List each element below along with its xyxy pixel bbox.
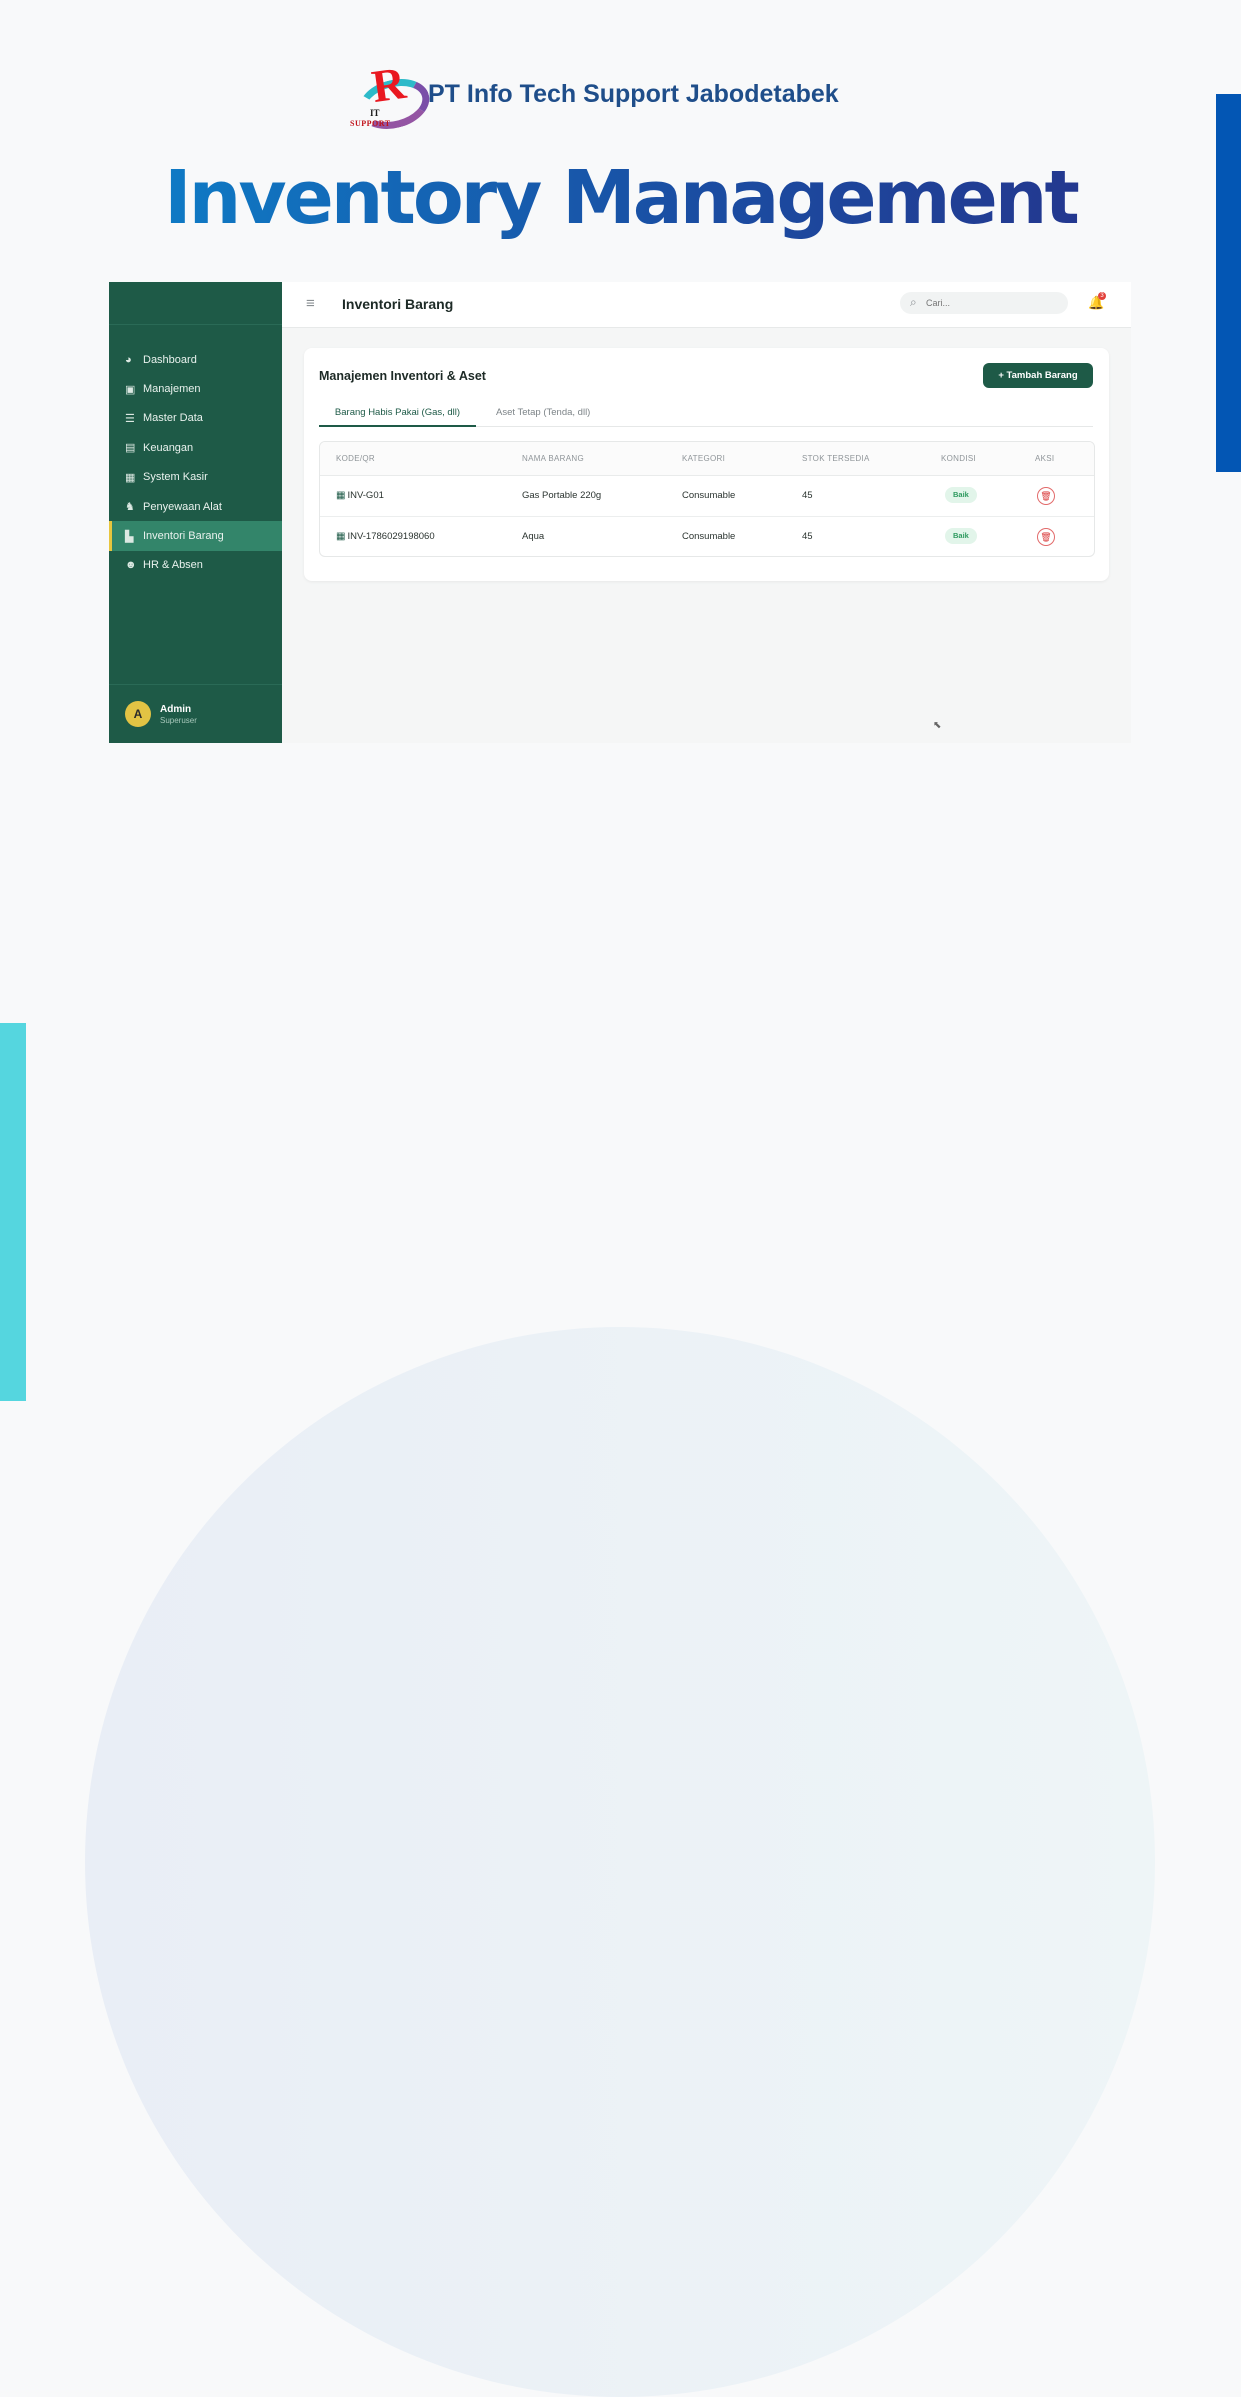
user-profile[interactable]: A Admin Superuser — [109, 684, 282, 743]
tab-consumables[interactable]: Barang Habis Pakai (Gas, dll) — [319, 402, 476, 427]
tab-label: Aset Tetap (Tenda, dll) — [496, 407, 591, 418]
sidebar-item-label: Master Data — [143, 412, 203, 425]
sidebar-item-keuangan[interactable]: ▤ Keuangan — [109, 433, 282, 462]
accent-bar-left — [0, 1023, 26, 1401]
qr-code-icon[interactable]: ▦ — [336, 531, 345, 542]
search-box: ⌕ — [900, 292, 1068, 314]
notification-badge: 3 — [1098, 292, 1106, 300]
cell-kategori: Consumable — [682, 531, 736, 542]
cell-nama: Gas Portable 220g — [522, 490, 602, 501]
menu-icon[interactable]: ≡ — [306, 295, 315, 312]
column-header-nama: NAMA BARANG — [522, 454, 584, 463]
app-screenshot: ◕ Dashboard ▣ Manajemen ☰ Master Data ▤ Keua… — [109, 282, 1131, 743]
sidebar-item-label: System Kasir — [143, 471, 208, 484]
column-header-aksi: AKSI — [1035, 454, 1055, 463]
database-icon: ☰ — [125, 412, 135, 425]
mouse-cursor-icon: ⬉ — [933, 720, 942, 731]
tab-fixed-assets[interactable]: Aset Tetap (Tenda, dll) — [496, 402, 616, 425]
trash-icon: 🗑 — [1040, 491, 1052, 501]
add-item-button[interactable]: + Tambah Barang — [983, 363, 1093, 388]
sidebar-item-label: HR & Absen — [143, 559, 203, 572]
pie-chart-icon: ◕ — [125, 353, 132, 366]
logo-text-it: IT — [370, 108, 380, 118]
logo-letter: R — [368, 56, 409, 113]
sidebar-item-system-kasir[interactable]: ▦ System Kasir — [109, 463, 282, 492]
table-row: ▦ INV-1786029198060 Aqua Consumable 45 Ba… — [320, 517, 1094, 556]
sidebar-header — [109, 282, 282, 325]
users-icon: ☻ — [125, 559, 137, 572]
cell-kategori: Consumable — [682, 490, 736, 501]
column-header-stok: STOK TERSEDIA — [802, 454, 870, 463]
sidebar-item-hr-absen[interactable]: ☻ HR & Absen — [109, 551, 282, 580]
cell-kode: ▦ INV-1786029198060 — [336, 531, 435, 542]
qr-code-icon[interactable]: ▦ — [336, 490, 345, 501]
inventory-card: Manajemen Inventori & Aset + Tambah Bara… — [304, 348, 1109, 581]
search-icon: ⌕ — [910, 295, 917, 309]
user-role: Superuser — [160, 715, 197, 725]
table-header: KODE/QR NAMA BARANG KATEGORI STOK TERSED… — [320, 442, 1094, 476]
trash-icon: 🗑 — [1040, 532, 1052, 542]
sidebar-item-label: Dashboard — [143, 353, 197, 366]
inventory-table: KODE/QR NAMA BARANG KATEGORI STOK TERSED… — [319, 441, 1095, 557]
background-circle — [85, 1327, 1155, 2397]
cash-register-icon: ▦ — [125, 471, 136, 484]
sidebar-item-label: Manajemen — [143, 383, 201, 396]
cell-kode: ▦ INV-G01 — [336, 490, 384, 501]
company-name: PT Info Tech Support Jabodetabek — [428, 79, 839, 108]
sidebar-item-manajemen[interactable]: ▣ Manajemen — [109, 374, 282, 403]
sidebar-item-master-data[interactable]: ☰ Master Data — [109, 404, 282, 433]
sidebar-item-dashboard[interactable]: ◕ Dashboard — [109, 345, 282, 374]
sidebar-item-inventori-barang[interactable]: ▙ Inventori Barang — [109, 521, 282, 552]
sidebar-item-label: Inventori Barang — [143, 530, 224, 543]
sidebar-item-label: Penyewaan Alat — [143, 500, 222, 513]
company-logo: R IT SUPPORT — [350, 56, 435, 137]
delete-button[interactable]: 🗑 — [1037, 487, 1055, 505]
user-name: Admin — [160, 703, 192, 715]
cell-nama: Aqua — [522, 531, 545, 542]
sidebar: ◕ Dashboard ▣ Manajemen ☰ Master Data ▤ Keua… — [109, 282, 282, 743]
user-info: Admin Superuser — [160, 704, 197, 725]
accent-bar-right — [1216, 94, 1241, 472]
column-header-kondisi: KONDISI — [941, 454, 976, 463]
search-input[interactable] — [926, 295, 1056, 311]
card-title: Manajemen Inventori & Aset — [319, 369, 486, 383]
sidebar-item-penyewaan-alat[interactable]: ♞ Penyewaan Alat — [109, 492, 282, 521]
sidebar-item-label: Keuangan — [143, 441, 194, 454]
hiking-icon: ♞ — [125, 501, 135, 514]
boxes-icon: ▙ — [125, 530, 134, 543]
tab-bar: Barang Habis Pakai (Gas, dll) Aset Tetap… — [319, 402, 1093, 427]
tab-label: Barang Habis Pakai (Gas, dll) — [334, 407, 461, 418]
column-header-kode: KODE/QR — [336, 454, 375, 463]
item-code: INV-G01 — [347, 490, 384, 501]
column-header-kategori: KATEGORI — [682, 454, 726, 463]
delete-button[interactable]: 🗑 — [1037, 528, 1055, 546]
table-row: ▦ INV-G01 Gas Portable 220g Consumable 45… — [320, 476, 1094, 517]
page-headline: Inventory Management — [0, 155, 1241, 241]
page-title: Inventori Barang — [342, 296, 454, 312]
brand-header: R IT SUPPORT PT Info Tech Support Jabode… — [350, 56, 839, 137]
cell-stok: 45 — [802, 531, 813, 542]
status-badge: Baik — [945, 528, 977, 544]
sidebar-nav: ◕ Dashboard ▣ Manajemen ☰ Master Data ▤ Keua… — [109, 325, 282, 580]
status-badge: Baik — [945, 487, 977, 503]
item-code: INV-1786029198060 — [347, 531, 435, 542]
avatar: A — [125, 701, 151, 727]
cell-stok: 45 — [802, 490, 813, 501]
clipboard-icon: ▣ — [125, 383, 136, 396]
logo-text-support: SUPPORT — [350, 119, 391, 128]
wallet-icon: ▤ — [125, 442, 136, 455]
topbar: ≡ Inventori Barang ⌕ 🔔 3 — [282, 282, 1131, 328]
